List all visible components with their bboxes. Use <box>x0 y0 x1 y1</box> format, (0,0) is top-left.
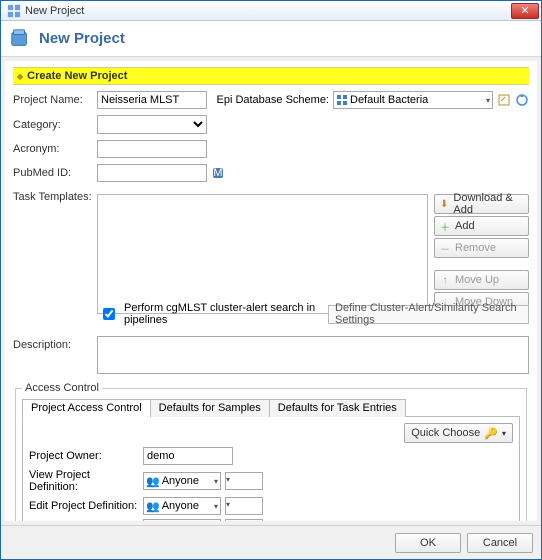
edit-def-label: Edit Project Definition: <box>29 500 139 512</box>
window-title: New Project <box>25 5 511 17</box>
banner: ◆ Create New Project <box>13 67 529 85</box>
category-label: Category: <box>13 119 93 131</box>
edit-def-secondary[interactable] <box>225 497 263 515</box>
project-name-input[interactable] <box>97 91 207 109</box>
download-add-button[interactable]: ⬇Download & Add <box>434 194 529 214</box>
edit-scheme-icon[interactable] <box>497 93 511 107</box>
tab-project-access[interactable]: Project Access Control <box>22 399 151 417</box>
view-def-label: View Project Definition: <box>29 469 139 493</box>
access-control-tabs: Project Access Control Defaults for Samp… <box>22 398 520 417</box>
define-cluster-button[interactable]: Define Cluster-Alert/Similarity Search S… <box>328 305 529 324</box>
view-def-select[interactable]: 👥Anyone <box>143 472 221 490</box>
task-templates-label: Task Templates: <box>13 188 93 203</box>
users-icon: 👥 <box>146 475 160 488</box>
create-sample-select[interactable]: 👥Anyone <box>143 519 221 521</box>
chevron-down-icon: ▾ <box>502 429 506 438</box>
add-button[interactable]: ＋Add <box>434 216 529 236</box>
diamond-icon: ◆ <box>17 72 23 81</box>
page-title: New Project <box>39 30 125 47</box>
tab-defaults-samples[interactable]: Defaults for Samples <box>150 399 270 417</box>
perform-cgmlst-checkbox[interactable] <box>103 308 115 320</box>
remove-button[interactable]: －Remove <box>434 238 529 258</box>
create-sample-secondary[interactable] <box>225 519 263 521</box>
plus-icon: ＋ <box>439 220 451 232</box>
acronym-input[interactable] <box>97 140 207 158</box>
tab-body: Quick Choose 🔑 ▾ Project Owner: View Pro… <box>22 417 520 521</box>
quick-choose-button[interactable]: Quick Choose 🔑 ▾ <box>404 423 513 443</box>
scheme-icon <box>336 94 348 106</box>
ok-button[interactable]: OK <box>395 533 461 553</box>
cancel-button[interactable]: Cancel <box>467 533 533 553</box>
project-icon <box>9 28 31 50</box>
titlebar: New Project ✕ <box>1 1 541 21</box>
project-owner-label: Project Owner: <box>29 450 139 462</box>
pubmed-input[interactable] <box>97 164 207 182</box>
description-label: Description: <box>13 336 93 351</box>
svg-text:M: M <box>213 167 222 179</box>
dialog-header: New Project <box>1 21 541 57</box>
project-owner-input[interactable] <box>143 447 233 465</box>
refresh-icon[interactable] <box>515 93 529 107</box>
category-select[interactable] <box>97 115 207 134</box>
perform-cgmlst-label: Perform cgMLST cluster-alert search in p… <box>124 302 322 326</box>
project-name-label: Project Name: <box>13 94 93 106</box>
dialog-footer: OK Cancel <box>1 525 541 559</box>
arrow-up-icon: ↑ <box>439 274 451 286</box>
task-templates-list[interactable] <box>97 194 428 314</box>
download-icon: ⬇ <box>439 198 449 210</box>
pubmed-label: PubMed ID: <box>13 167 93 179</box>
acronym-label: Acronym: <box>13 143 93 155</box>
description-textarea[interactable] <box>97 336 529 374</box>
epi-scheme-select[interactable]: Default Bacteria <box>333 91 493 109</box>
access-control-fieldset: Access Control Project Access Control De… <box>15 382 527 521</box>
epi-scheme-label: Epi Database Scheme: <box>216 94 329 106</box>
dialog-window: New Project ✕ New Project ◆ Create New P… <box>0 0 542 560</box>
minus-icon: － <box>439 242 451 254</box>
users-icon: 👥 <box>146 500 160 513</box>
edit-def-select[interactable]: 👥Anyone <box>143 497 221 515</box>
close-icon: ✕ <box>520 4 529 17</box>
key-icon: 🔑 <box>484 427 498 440</box>
view-def-secondary[interactable] <box>225 472 263 490</box>
pubmed-lookup-icon[interactable]: M <box>211 166 225 180</box>
content-area: ◆ Create New Project Project Name: Epi D… <box>5 61 537 521</box>
tab-defaults-tasks[interactable]: Defaults for Task Entries <box>269 399 406 417</box>
move-up-button[interactable]: ↑Move Up <box>434 270 529 290</box>
epi-scheme-value: Default Bacteria <box>350 94 428 106</box>
access-control-legend: Access Control <box>22 382 102 394</box>
app-icon <box>7 4 21 18</box>
close-button[interactable]: ✕ <box>511 3 539 19</box>
banner-text: Create New Project <box>27 70 127 82</box>
